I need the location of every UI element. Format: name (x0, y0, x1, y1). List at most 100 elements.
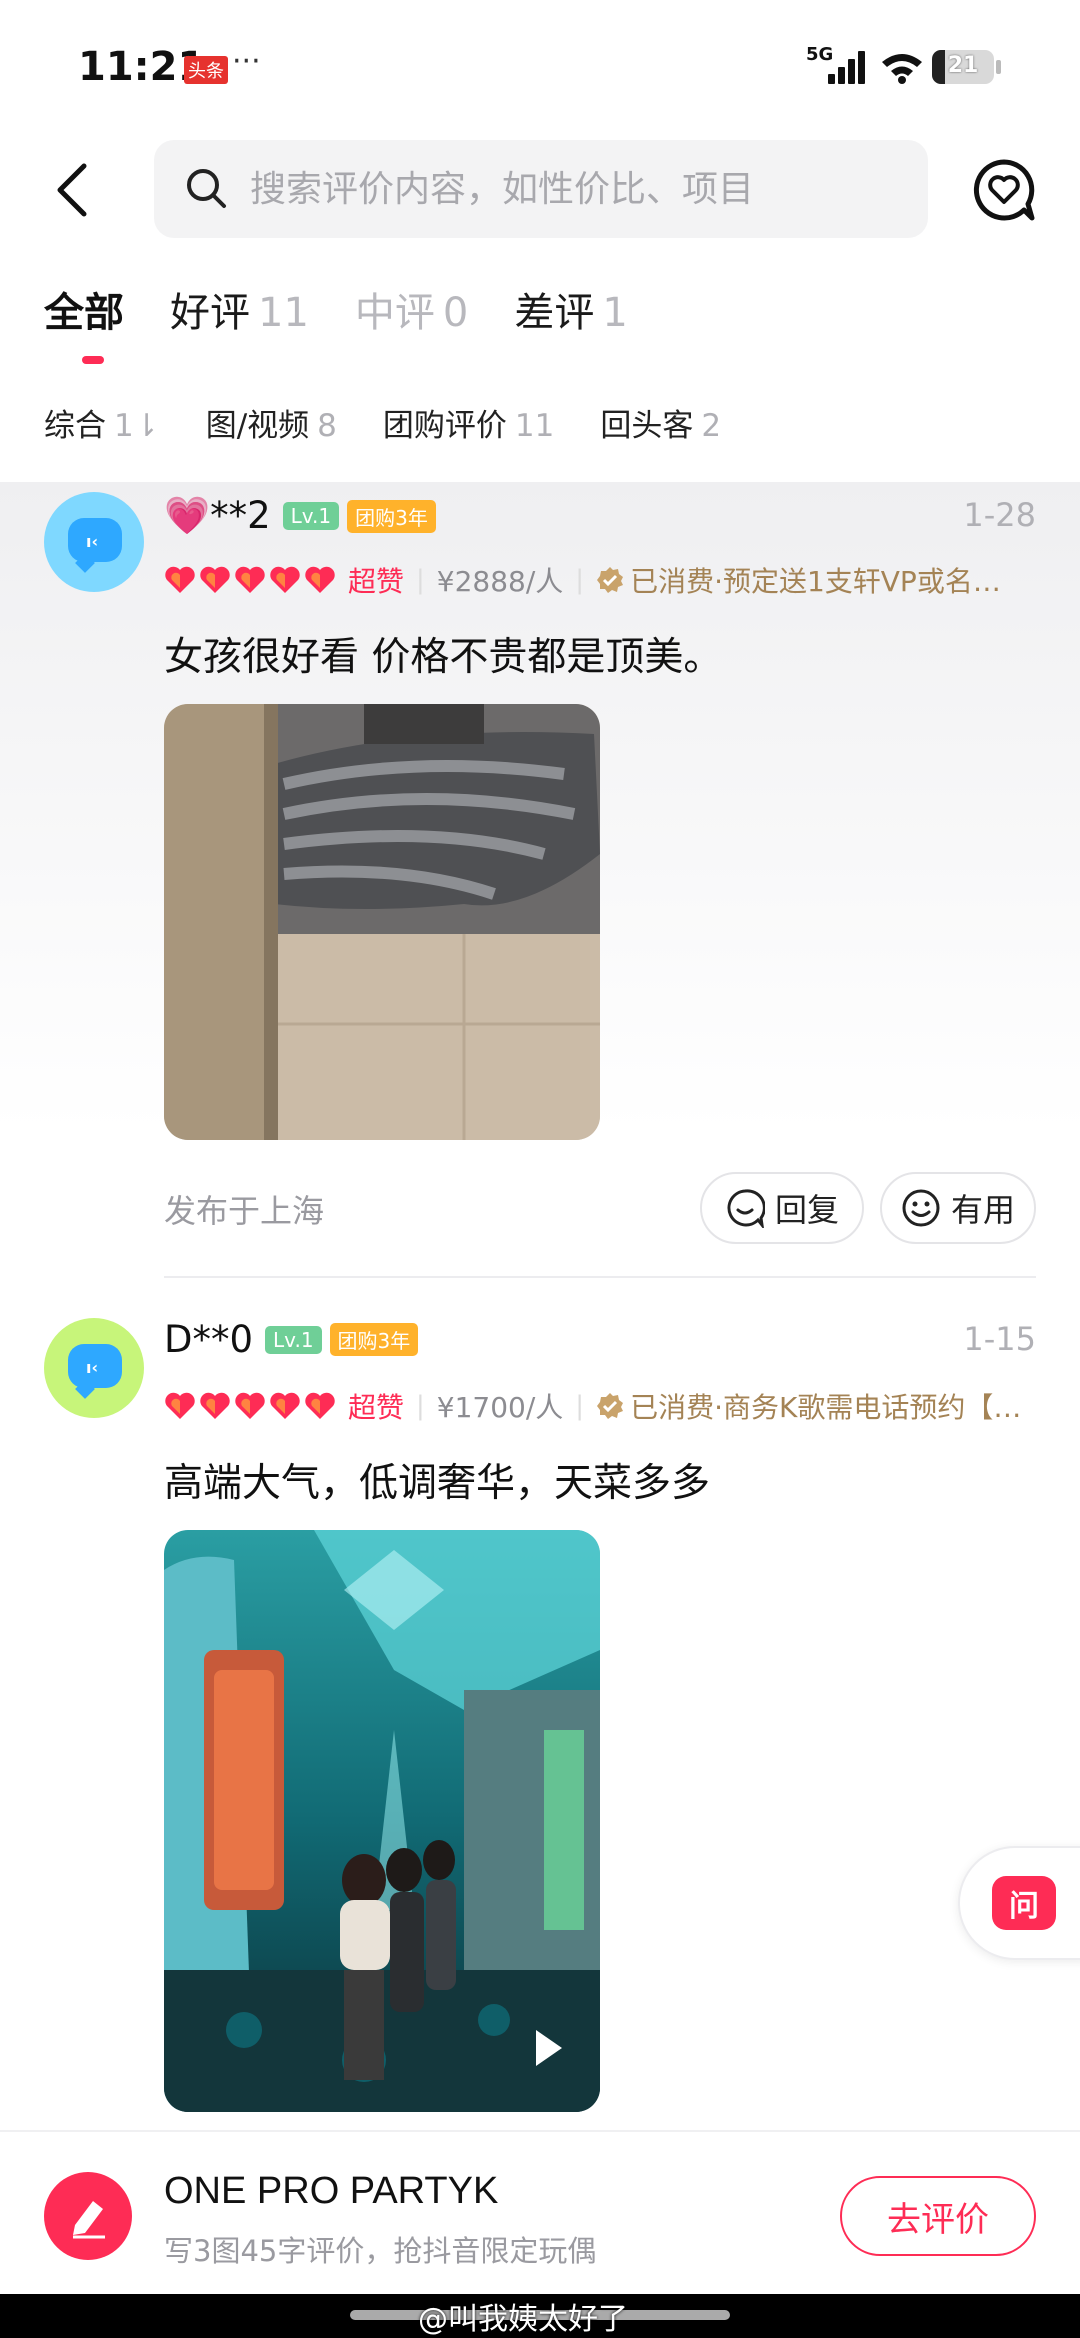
filter-label: 图/视频 (205, 408, 310, 444)
avatar-eyes: ı‹ (86, 532, 99, 551)
heart-rating (164, 1392, 336, 1420)
review-meta: 超赞 | ¥1700/人 | 已消费·商务K歌需电话预约【… (164, 1386, 1044, 1426)
heart-icon (165, 566, 195, 593)
level-badge: Lv.1 (265, 1325, 322, 1354)
rating-tabs: 全部 好评 11 中评 0 差评 1 (44, 280, 674, 338)
group-buy-badge: 团购3年 (347, 499, 436, 533)
avatar[interactable]: ı‹ (44, 492, 144, 592)
group-buy-badge: 团购3年 (329, 1323, 419, 1356)
filter-chips: 综合 1⇂ 图/视频 8 团购评价 11 回头客 2 (44, 400, 767, 445)
video-club-image (164, 1530, 600, 2112)
status-bar: 11:21 头条 ··· 5G 21 (0, 0, 1080, 130)
battery-tip (996, 60, 1001, 74)
filter-media[interactable]: 图/视频 8 (206, 400, 337, 445)
reply-label: 回复 (774, 1191, 839, 1229)
ask-icon: 问 (992, 1876, 1056, 1930)
tab-neutral[interactable]: 中评 0 (355, 280, 468, 338)
level-badge: Lv.1 (282, 502, 340, 530)
filter-label: 综合 (44, 408, 106, 444)
bottom-review-bar: ONE PRO PARTYK 写3图45字评价，抢抖音限定玩偶 去评价 (0, 2130, 1080, 2290)
username[interactable]: 💗**2 (164, 494, 271, 538)
useful-button[interactable]: 有用 (880, 1172, 1036, 1244)
review-photo[interactable] (164, 704, 600, 1140)
watermark: @叫我姨太好了 (418, 2302, 628, 2337)
comment-icon (727, 1189, 765, 1228)
filter-label: 团购评价 (382, 408, 507, 444)
search-input[interactable] (250, 158, 890, 220)
heart-icon (270, 1392, 300, 1419)
price-per-person: ¥2888/人 (436, 565, 564, 598)
battery-level: 21 (947, 53, 979, 78)
chevron-left-icon (57, 163, 87, 217)
reply-button[interactable]: 回复 (700, 1172, 864, 1244)
pen-icon (73, 2201, 105, 2239)
heart-icon (200, 566, 230, 593)
separator: | (575, 1391, 585, 1421)
write-review-icon (44, 2172, 132, 2260)
review-content: 女孩很好看 价格不贵都是顶美。 (164, 635, 723, 680)
active-tab-indicator (82, 356, 104, 364)
avatar[interactable]: ı‹ (44, 1318, 144, 1418)
consumed-info: 已消费·商务K歌需电话预约【… (630, 1391, 1022, 1424)
filter-count: 8 (317, 408, 337, 444)
user-info: 💗**2 Lv.1 团购3年 (164, 494, 436, 538)
filter-count: 11 (514, 408, 555, 444)
more-notifications: ··· (232, 44, 261, 79)
location-text: 发布于上海 (164, 1192, 325, 1230)
useful-label: 有用 (950, 1191, 1015, 1229)
separator: | (416, 1391, 425, 1421)
search-bar[interactable] (154, 140, 928, 238)
filter-group-buy[interactable]: 团购评价 11 (383, 400, 554, 445)
rating-label: 超赞 (348, 565, 405, 598)
battery-icon: 21 (932, 50, 994, 84)
heart-icon (235, 1392, 265, 1419)
tab-label: 全部 (44, 290, 124, 336)
review-incentive-text: 写3图45字评价，抢抖音限定玩偶 (164, 2234, 597, 2268)
review-divider (164, 1276, 1036, 1278)
price-per-person: ¥1700/人 (436, 1391, 564, 1424)
filter-count: 2 (701, 408, 722, 444)
tab-label: 差评 (514, 290, 595, 336)
app-notification-badge: 头条 (184, 56, 228, 84)
heart-icon (305, 566, 335, 593)
tab-label: 好评 (170, 290, 250, 336)
review-date: 1-15 (963, 1320, 1036, 1358)
heart-rating (164, 566, 336, 594)
chat-heart-icon[interactable] (972, 158, 1036, 222)
back-button[interactable] (40, 150, 104, 230)
ask-question-button[interactable]: 问 (958, 1846, 1080, 1960)
heart-icon (270, 566, 300, 593)
separator: | (575, 565, 585, 595)
tab-negative[interactable]: 差评 1 (514, 280, 627, 338)
smile-icon (902, 1189, 940, 1227)
photo-room-image (164, 704, 600, 1140)
heart-icon (200, 1392, 230, 1419)
review-content: 高端大气，低调奢华，天菜多多 (164, 1461, 711, 1506)
filter-returning[interactable]: 回头客 2 (600, 400, 721, 445)
tab-count: 1 (602, 290, 628, 336)
review-video[interactable] (164, 1530, 600, 2112)
wifi-icon (882, 54, 922, 84)
filter-comprehensive[interactable]: 综合 1⇂ (44, 400, 160, 445)
review-meta: 超赞 | ¥2888/人 | 已消费·预定送1支轩VP或名… (164, 560, 1044, 600)
rating-label: 超赞 (348, 1391, 405, 1424)
verified-badge-icon (597, 567, 624, 593)
review-date: 1-28 (963, 496, 1036, 534)
write-review-button[interactable]: 去评价 (840, 2176, 1036, 2256)
filter-count: 1⇂ (114, 408, 160, 444)
consumed-info: 已消费·预定送1支轩VP或名… (630, 565, 1001, 598)
tab-all[interactable]: 全部 (44, 280, 124, 338)
tab-label: 中评 (354, 290, 435, 336)
tab-positive[interactable]: 好评 11 (170, 280, 309, 338)
shop-name: ONE PRO PARTYK (164, 2170, 499, 2212)
verified-badge-icon (597, 1393, 624, 1419)
heart-icon (235, 566, 265, 593)
heart-icon (305, 1392, 335, 1419)
username[interactable]: D**0 (164, 1318, 253, 1361)
tab-count: 0 (442, 290, 469, 336)
signal-icon (824, 50, 866, 84)
heart-icon (165, 1392, 195, 1419)
separator: | (416, 565, 425, 595)
avatar-eyes: ı‹ (86, 1358, 99, 1377)
tab-count: 11 (258, 290, 309, 336)
